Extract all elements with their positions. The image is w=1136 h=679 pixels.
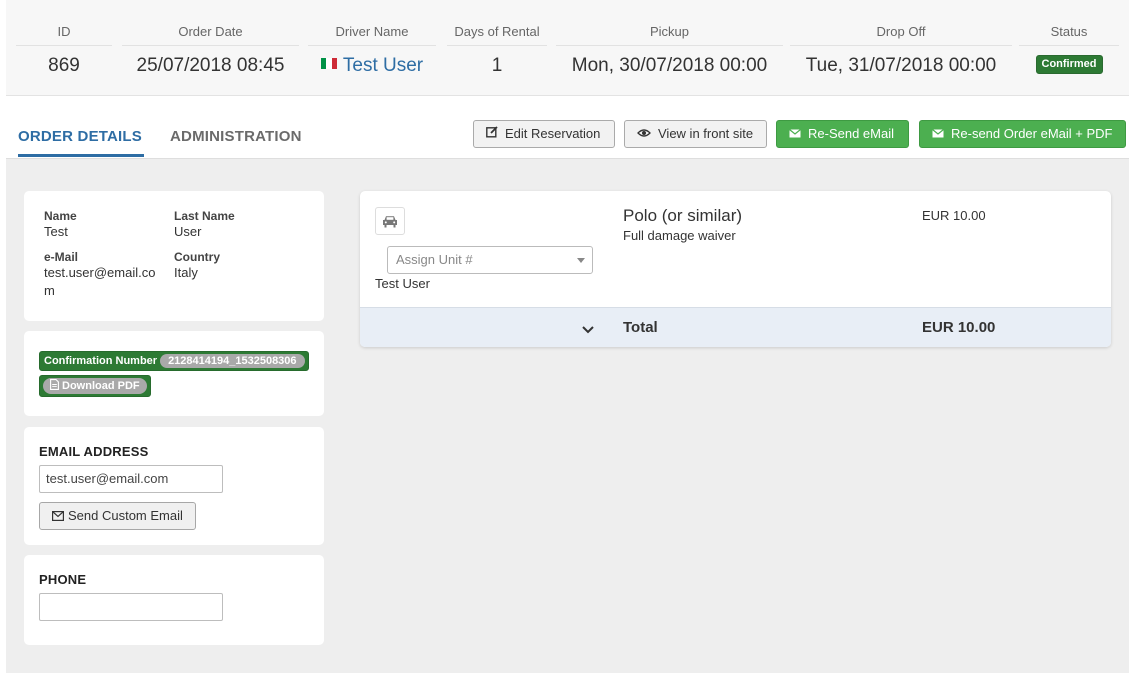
resend-email-pdf-button[interactable]: Re-send Order eMail + PDF <box>919 120 1126 148</box>
email-address-input[interactable]: test.user@email.com <box>39 465 223 493</box>
order-date-label: Order Date <box>122 18 299 46</box>
last-name-field: Last Name User <box>174 209 235 241</box>
car-name: Polo (or similar) <box>623 206 743 225</box>
phone-card: PHONE <box>24 555 324 645</box>
view-front-site-button[interactable]: View in front site <box>624 120 767 148</box>
view-front-site-label: View in front site <box>658 126 754 141</box>
email-address-card: EMAIL ADDRESS test.user@email.com Send C… <box>24 427 324 545</box>
chevron-down-icon[interactable] <box>582 321 594 339</box>
customer-info-card: Name Test Last Name User e-Mail test.use… <box>24 191 324 321</box>
envelope-icon <box>932 121 944 147</box>
summary-dropoff: Drop Off Tue, 31/07/2018 00:00 <box>790 18 1012 86</box>
email-field: e-Mail test.user@email.co m <box>44 250 164 300</box>
summary-driver: Driver Name Test User <box>308 18 436 86</box>
send-custom-email-label: Send Custom Email <box>68 508 183 523</box>
email-address-title: EMAIL ADDRESS <box>39 444 149 459</box>
email-label: e-Mail <box>44 250 79 264</box>
confirmation-number-label: Confirmation Number <box>44 355 158 367</box>
resend-email-button[interactable]: Re-Send eMail <box>776 120 909 148</box>
item-price: EUR 10.00 <box>922 208 986 223</box>
status-badge: Confirmed <box>1035 55 1103 74</box>
resend-email-pdf-label: Re-send Order eMail + PDF <box>951 126 1113 141</box>
envelope-icon <box>789 121 801 147</box>
file-icon <box>50 379 59 393</box>
chevron-down-icon <box>577 258 585 263</box>
download-pdf-button[interactable]: Download PDF <box>43 378 147 394</box>
driver-link[interactable]: Test User <box>343 55 423 76</box>
send-custom-email-button[interactable]: Send Custom Email <box>39 502 196 530</box>
order-item-card: Assign Unit # Test User Polo (or similar… <box>360 191 1111 347</box>
order-summary-header: ID 869 Order Date 25/07/2018 08:45 Drive… <box>6 0 1129 96</box>
tab-order-details[interactable]: ORDER DETAILS <box>18 128 142 145</box>
edit-reservation-button[interactable]: Edit Reservation <box>473 120 615 148</box>
days-label: Days of Rental <box>447 18 547 46</box>
country-label: Country <box>174 250 220 264</box>
italy-flag-icon <box>320 58 337 69</box>
eye-icon <box>637 121 651 147</box>
tab-toolbar: ORDER DETAILS ADMINISTRATION Edit Reserv… <box>6 96 1129 159</box>
confirmation-wrap: Confirmation Number 2128414194_1532508306… <box>39 351 309 397</box>
total-value: EUR 10.00 <box>922 319 996 336</box>
pickup-value: Mon, 30/07/2018 00:00 <box>571 55 768 76</box>
days-value: 1 <box>491 55 503 76</box>
assign-unit-placeholder: Assign Unit # <box>396 252 473 267</box>
assign-unit-select[interactable]: Assign Unit # <box>387 246 593 274</box>
car-extra: Full damage waiver <box>623 228 736 243</box>
active-tab-indicator <box>18 154 144 157</box>
order-date-value: 25/07/2018 08:45 <box>136 55 285 76</box>
summary-id: ID 869 <box>16 18 112 86</box>
last-name-value: User <box>174 224 202 239</box>
dropoff-value: Tue, 31/07/2018 00:00 <box>805 55 997 76</box>
name-field: Name Test <box>44 209 77 241</box>
confirmation-card: Confirmation Number 2128414194_1532508306… <box>24 331 324 416</box>
total-row: Total EUR 10.00 <box>360 307 1111 347</box>
summary-days: Days of Rental 1 <box>447 18 547 86</box>
email-value-line-2: m <box>44 283 55 298</box>
envelope-icon <box>52 504 65 530</box>
name-label: Name <box>44 209 77 223</box>
confirmation-number-value: 2128414194_1532508306 <box>160 354 305 368</box>
summary-status: Status Confirmed <box>1019 18 1119 86</box>
tab-administration[interactable]: ADMINISTRATION <box>170 128 302 145</box>
confirmation-number-badge: Confirmation Number 2128414194_1532508306 <box>39 351 309 371</box>
edit-icon <box>486 121 498 147</box>
dropoff-label: Drop Off <box>790 18 1012 46</box>
phone-title: PHONE <box>39 572 87 587</box>
id-label: ID <box>16 18 112 46</box>
order-details-panel: Name Test Last Name User e-Mail test.use… <box>6 159 1129 673</box>
driver-value: Test User <box>308 46 436 86</box>
edit-reservation-label: Edit Reservation <box>505 126 601 141</box>
last-name-label: Last Name <box>174 209 235 223</box>
phone-input[interactable] <box>39 593 223 621</box>
resend-email-label: Re-Send eMail <box>808 126 894 141</box>
country-field: Country Italy <box>174 250 220 282</box>
country-value: Italy <box>174 265 198 280</box>
email-value-line-1: test.user@email.co <box>44 265 156 280</box>
driver-label: Driver Name <box>308 18 436 46</box>
car-icon <box>375 207 405 235</box>
name-value: Test <box>44 224 68 239</box>
summary-order-date: Order Date 25/07/2018 08:45 <box>122 18 299 86</box>
pickup-label: Pickup <box>556 18 783 46</box>
order-driver-name: Test User <box>375 276 430 291</box>
status-value-wrap: Confirmed <box>1019 46 1119 86</box>
id-value: 869 <box>48 55 80 76</box>
download-pdf-label: Download PDF <box>62 380 140 392</box>
total-label: Total <box>623 319 658 336</box>
download-pdf-badge[interactable]: Download PDF <box>39 375 151 397</box>
summary-pickup: Pickup Mon, 30/07/2018 00:00 <box>556 18 783 86</box>
status-label: Status <box>1019 18 1119 46</box>
